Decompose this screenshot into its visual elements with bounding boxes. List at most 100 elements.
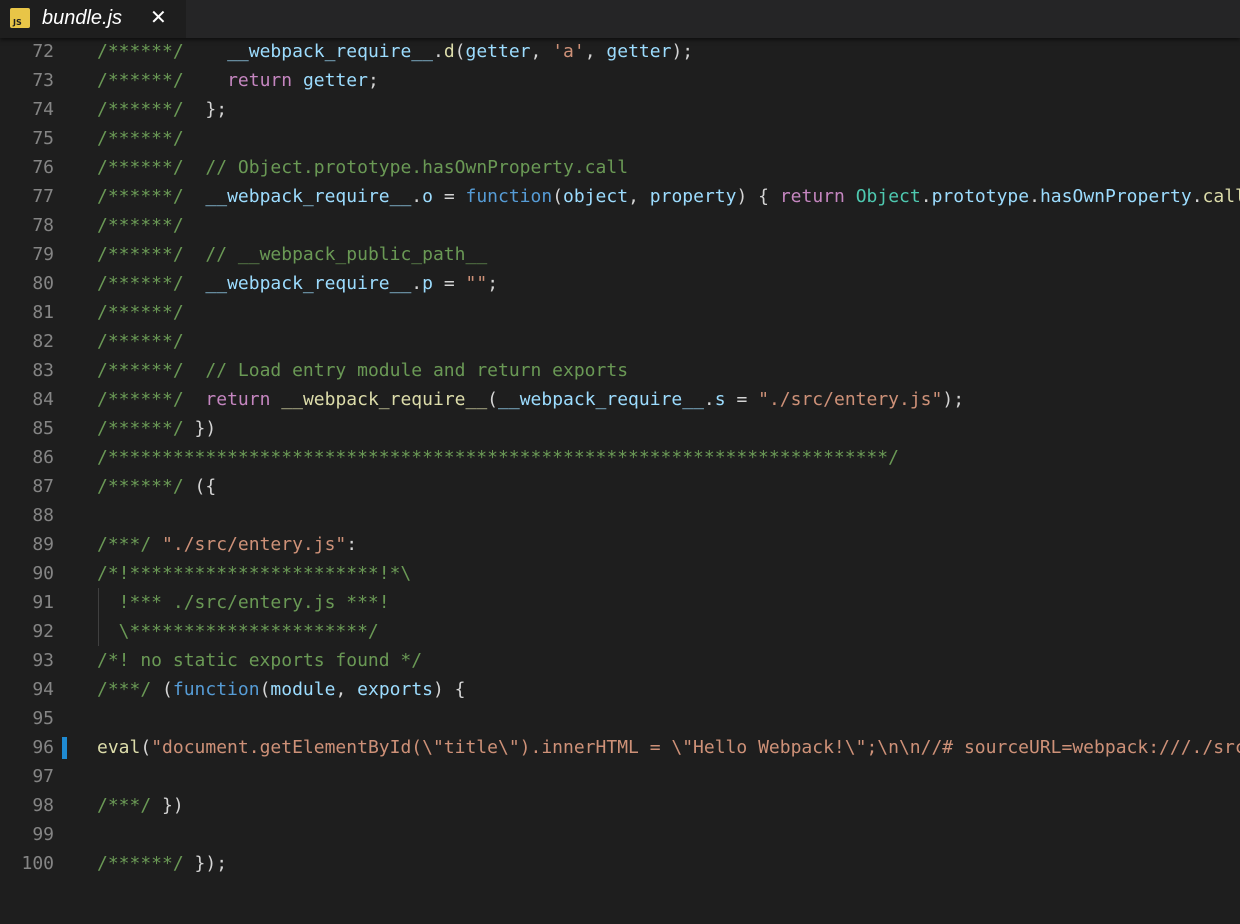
code-line[interactable]: 91 !*** ./src/entery.js ***! xyxy=(0,588,1240,617)
code-token: exports xyxy=(357,679,433,700)
line-number: 74 xyxy=(32,99,54,120)
code-text: /******/ // Object.prototype.hasOwnPrope… xyxy=(97,153,628,182)
code-token: }; xyxy=(183,99,228,120)
code-token: __webpack_require__ xyxy=(227,41,433,62)
code-line[interactable]: 99 xyxy=(0,820,1240,849)
code-text: \**********************/ xyxy=(97,617,379,646)
code-token: /******/ xyxy=(97,853,184,874)
code-token: : xyxy=(346,534,358,555)
code-token: /******/ xyxy=(97,418,184,439)
javascript-file-icon-label: JS xyxy=(13,18,22,27)
code-line[interactable]: 88 xyxy=(0,501,1240,530)
line-number: 76 xyxy=(32,157,54,178)
code-line[interactable]: 97 xyxy=(0,762,1240,791)
code-line[interactable]: 98 /***/ }) xyxy=(0,791,1240,820)
line-number: 75 xyxy=(32,128,54,149)
code-text: /******/ }; xyxy=(97,95,227,124)
code-token: /******/ xyxy=(97,186,184,207)
line-number: 90 xyxy=(32,563,54,584)
close-icon[interactable]: ✕ xyxy=(150,5,167,29)
code-token: /******/ xyxy=(97,41,184,62)
code-token: module xyxy=(270,679,336,700)
code-token: ( xyxy=(259,679,271,700)
line-number: 88 xyxy=(32,505,54,526)
code-line[interactable]: 80 /******/ __webpack_require__.p = ""; xyxy=(0,269,1240,298)
editor-content[interactable]: 72/******/ __webpack_require__.d(getter,… xyxy=(0,38,1240,924)
code-token: function xyxy=(465,186,553,207)
code-token: getter xyxy=(465,41,531,62)
code-token: /***/ xyxy=(97,534,152,555)
code-line[interactable]: 87 /******/ ({ xyxy=(0,472,1240,501)
code-token: }) xyxy=(151,795,184,816)
code-token: /******/ xyxy=(97,99,184,120)
line-number: 89 xyxy=(32,534,54,555)
line-number: 98 xyxy=(32,795,54,816)
code-token: . xyxy=(703,389,715,410)
code-token: /******/ xyxy=(97,157,184,178)
code-token: = xyxy=(432,186,466,207)
code-token: return xyxy=(205,389,271,410)
code-token: __webpack_require__ xyxy=(205,186,412,207)
code-line[interactable]: 79 /******/ // __webpack_public_path__ xyxy=(0,240,1240,269)
code-token: function xyxy=(172,679,260,700)
code-line[interactable]: 90 /*!***********************!*\ xyxy=(0,559,1240,588)
code-line[interactable]: 92 \**********************/ xyxy=(0,617,1240,646)
line-number: 97 xyxy=(32,766,54,787)
line-number: 91 xyxy=(32,592,54,613)
code-line[interactable]: 81 /******/ xyxy=(0,298,1240,327)
code-token: // Object.prototype.hasOwnProperty.call xyxy=(205,157,629,178)
code-token: }) xyxy=(183,418,217,439)
code-line[interactable]: 86 /*************************************… xyxy=(0,443,1240,472)
code-line[interactable]: 94/***/ (function(module, exports) { xyxy=(0,675,1240,704)
code-line[interactable]: 85 /******/ }) xyxy=(0,414,1240,443)
code-line[interactable]: 73 /******/ return getter; xyxy=(0,66,1240,95)
tab-bundle-js[interactable]: JS bundle.js ✕ xyxy=(0,0,186,38)
code-line[interactable]: 84 /******/ return __webpack_require__(__… xyxy=(0,385,1240,414)
code-token: = xyxy=(432,273,466,294)
code-text: /*! no static exports found */ xyxy=(97,646,422,675)
code-token: /******/ xyxy=(97,273,184,294)
line-number: 100 xyxy=(21,853,54,874)
code-line[interactable]: 95 xyxy=(0,704,1240,733)
code-token: ( xyxy=(454,41,466,62)
code-text: /******/ }); xyxy=(97,849,227,878)
code-token: . xyxy=(1191,186,1203,207)
code-token: /******/ xyxy=(97,302,184,323)
code-line[interactable]: 72/******/ __webpack_require__.d(getter,… xyxy=(0,38,1240,66)
code-token: p xyxy=(422,273,433,294)
line-number: 94 xyxy=(32,679,54,700)
code-line[interactable]: 93 /*! no static exports found */ xyxy=(0,646,1240,675)
code-token: "document.getElementById(\"title\").inne… xyxy=(151,737,1240,758)
code-line[interactable]: 83 /******/ // Load entry module and retu… xyxy=(0,356,1240,385)
code-line[interactable]: 96 eval("document.getElementById(\"title\… xyxy=(0,733,1240,762)
code-text: /******/ xyxy=(97,298,184,327)
code-token: getter xyxy=(302,70,368,91)
code-token: = xyxy=(725,389,759,410)
line-number: 79 xyxy=(32,244,54,265)
code-line[interactable]: 89 /***/ "./src/entery.js": xyxy=(0,530,1240,559)
code-line[interactable]: 78 /******/ xyxy=(0,211,1240,240)
code-line[interactable]: 100 /******/ }); xyxy=(0,849,1240,878)
code-line[interactable]: 76 /******/ // Object.prototype.hasOwnPro… xyxy=(0,153,1240,182)
code-token: o xyxy=(422,186,433,207)
code-line[interactable]: 77/******/ __webpack_require__.o = funct… xyxy=(0,182,1240,211)
code-text: /******/ ({ xyxy=(97,472,216,501)
code-token: /******/ xyxy=(97,360,184,381)
code-line[interactable]: 82 /******/ xyxy=(0,327,1240,356)
code-token: ({ xyxy=(183,476,217,497)
code-token: return xyxy=(779,186,845,207)
line-number: 81 xyxy=(32,302,54,323)
code-text: /******/ xyxy=(97,327,184,356)
code-line[interactable]: 75 /******/ xyxy=(0,124,1240,153)
tab-bar: JS bundle.js ✕ xyxy=(0,0,1240,38)
tab-title: bundle.js xyxy=(42,7,123,29)
code-token: // __webpack_public_path__ xyxy=(205,244,488,265)
code-line[interactable]: 74 /******/ }; xyxy=(0,95,1240,124)
